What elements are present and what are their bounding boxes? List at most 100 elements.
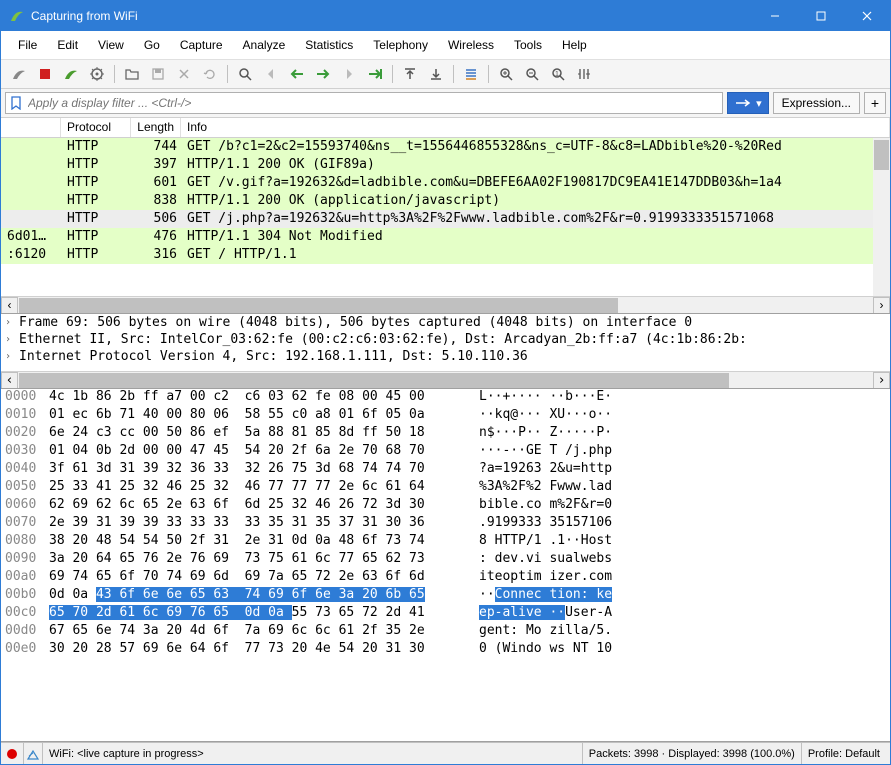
expand-icon[interactable]: ›: [5, 351, 19, 362]
reload-button[interactable]: [198, 63, 222, 85]
hex-row[interactable]: 005025 33 41 25 32 46 25 32 46 77 77 77 …: [1, 479, 890, 497]
options-button[interactable]: [85, 63, 109, 85]
expression-button[interactable]: Expression...: [773, 92, 860, 114]
packet-row[interactable]: 6d01…HTTP476HTTP/1.1 304 Not Modified: [1, 228, 890, 246]
first-button[interactable]: [398, 63, 422, 85]
open-button[interactable]: [120, 63, 144, 85]
hex-row[interactable]: 006062 69 62 6c 65 2e 63 6f 6d 25 32 46 …: [1, 497, 890, 515]
hex-row[interactable]: 008038 20 48 54 54 50 2f 31 2e 31 0d 0a …: [1, 533, 890, 551]
zoom-reset-button[interactable]: 1: [546, 63, 570, 85]
menu-statistics[interactable]: Statistics: [296, 35, 362, 55]
expand-icon[interactable]: ›: [5, 317, 19, 328]
titlebar[interactable]: Capturing from WiFi: [1, 1, 890, 31]
hex-row[interactable]: 00403f 61 3d 31 39 32 36 33 32 26 75 3d …: [1, 461, 890, 479]
start-capture-button[interactable]: [7, 63, 31, 85]
toolbar: 1: [1, 60, 890, 89]
jump-button[interactable]: [363, 63, 387, 85]
resize-cols-button[interactable]: [572, 63, 596, 85]
minimize-button[interactable]: [752, 1, 798, 31]
close-button[interactable]: [844, 1, 890, 31]
packet-row[interactable]: HTTP838HTTP/1.1 200 OK (application/java…: [1, 192, 890, 210]
zoom-out-button[interactable]: [520, 63, 544, 85]
menu-capture[interactable]: Capture: [171, 35, 232, 55]
menu-file[interactable]: File: [9, 35, 46, 55]
filter-apply-button[interactable]: ▾: [727, 92, 769, 114]
display-filter-input[interactable]: [5, 92, 723, 114]
packet-list-vscroll[interactable]: [873, 138, 890, 296]
scroll-right-icon[interactable]: ›: [873, 297, 890, 314]
back-grey-button[interactable]: [259, 63, 283, 85]
last-button[interactable]: [424, 63, 448, 85]
menu-telephony[interactable]: Telephony: [364, 35, 437, 55]
toolbar-separator: [392, 65, 393, 83]
toolbar-separator: [453, 65, 454, 83]
col-length[interactable]: Length: [131, 118, 181, 137]
hex-row[interactable]: 00c065 70 2d 61 6c 69 76 65 0d 0a 55 73 …: [1, 605, 890, 623]
statusbar: WiFi: <live capture in progress> Packets…: [1, 742, 890, 764]
toolbar-separator: [488, 65, 489, 83]
menu-help[interactable]: Help: [553, 35, 596, 55]
window-title: Capturing from WiFi: [31, 9, 752, 23]
hex-row[interactable]: 00206e 24 c3 cc 00 50 86 ef 5a 88 81 85 …: [1, 425, 890, 443]
display-filter-field[interactable]: [28, 96, 718, 110]
hex-row[interactable]: 00004c 1b 86 2b ff a7 00 c2 c6 03 62 fe …: [1, 389, 890, 407]
filter-bar: ▾ Expression... +: [1, 89, 890, 118]
expand-icon[interactable]: ›: [5, 334, 19, 345]
scroll-right-icon[interactable]: ›: [873, 372, 890, 389]
packet-row[interactable]: HTTP601GET /v.gif?a=192632&d=ladbible.co…: [1, 174, 890, 192]
hex-row[interactable]: 00903a 20 64 65 76 2e 76 69 73 75 61 6c …: [1, 551, 890, 569]
toolbar-separator: [114, 65, 115, 83]
forward-button[interactable]: [311, 63, 335, 85]
zoom-in-button[interactable]: [494, 63, 518, 85]
menu-edit[interactable]: Edit: [48, 35, 87, 55]
packet-list-pane: Protocol Length Info HTTP744GET /b?c1=2&…: [1, 118, 890, 314]
hex-row[interactable]: 001001 ec 6b 71 40 00 80 06 58 55 c0 a8 …: [1, 407, 890, 425]
save-button[interactable]: [146, 63, 170, 85]
menu-go[interactable]: Go: [135, 35, 169, 55]
packet-details-pane[interactable]: ›Frame 69: 506 bytes on wire (4048 bits)…: [1, 314, 890, 389]
packet-row[interactable]: :6120HTTP316GET / HTTP/1.1: [1, 246, 890, 264]
detail-row[interactable]: ›Internet Protocol Version 4, Src: 192.1…: [1, 348, 890, 365]
restart-capture-button[interactable]: [59, 63, 83, 85]
close-button[interactable]: [172, 63, 196, 85]
maximize-button[interactable]: [798, 1, 844, 31]
details-hscroll[interactable]: ‹ ›: [1, 371, 890, 388]
detail-row[interactable]: ›Frame 69: 506 bytes on wire (4048 bits)…: [1, 314, 890, 331]
scroll-left-icon[interactable]: ‹: [1, 297, 18, 314]
col-info[interactable]: Info: [181, 118, 890, 137]
hex-row[interactable]: 00e030 20 28 57 69 6e 64 6f 77 73 20 4e …: [1, 641, 890, 659]
hex-row[interactable]: 00702e 39 31 39 39 33 33 33 33 35 31 35 …: [1, 515, 890, 533]
expert-info-button[interactable]: [24, 743, 43, 764]
svg-text:1: 1: [555, 71, 559, 78]
packet-row[interactable]: HTTP397HTTP/1.1 200 OK (GIF89a): [1, 156, 890, 174]
menu-wireless[interactable]: Wireless: [439, 35, 503, 55]
packet-row[interactable]: HTTP506GET /j.php?a=192632&u=http%3A%2F%…: [1, 210, 890, 228]
packet-list-header[interactable]: Protocol Length Info: [1, 118, 890, 138]
status-capture: WiFi: <live capture in progress>: [43, 743, 583, 764]
hex-row[interactable]: 00b00d 0a 43 6f 6e 6e 65 63 74 69 6f 6e …: [1, 587, 890, 605]
forward-grey-button[interactable]: [337, 63, 361, 85]
find-button[interactable]: [233, 63, 257, 85]
back-button[interactable]: [285, 63, 309, 85]
status-profile[interactable]: Profile: Default: [802, 743, 886, 764]
packet-bytes-pane[interactable]: 00004c 1b 86 2b ff a7 00 c2 c6 03 62 fe …: [1, 389, 890, 742]
packet-list-body[interactable]: HTTP744GET /b?c1=2&c2=15593740&ns__t=155…: [1, 138, 890, 296]
filter-bookmark-icon: [10, 96, 24, 110]
scroll-left-icon[interactable]: ‹: [1, 372, 18, 389]
col-addr[interactable]: [1, 118, 61, 137]
capture-active-indicator[interactable]: [5, 743, 24, 764]
menu-analyze[interactable]: Analyze: [234, 35, 295, 55]
hex-row[interactable]: 00d067 65 6e 74 3a 20 4d 6f 7a 69 6c 6c …: [1, 623, 890, 641]
col-protocol[interactable]: Protocol: [61, 118, 131, 137]
stop-capture-button[interactable]: [33, 63, 57, 85]
detail-row[interactable]: ›Ethernet II, Src: IntelCor_03:62:fe (00…: [1, 331, 890, 348]
hex-row[interactable]: 00a069 74 65 6f 70 74 69 6d 69 7a 65 72 …: [1, 569, 890, 587]
packet-row[interactable]: HTTP744GET /b?c1=2&c2=15593740&ns__t=155…: [1, 138, 890, 156]
menu-tools[interactable]: Tools: [505, 35, 551, 55]
add-filter-button[interactable]: +: [864, 92, 886, 114]
menu-view[interactable]: View: [89, 35, 133, 55]
auto-scroll-button[interactable]: [459, 63, 483, 85]
hex-row[interactable]: 003001 04 0b 2d 00 00 47 45 54 20 2f 6a …: [1, 443, 890, 461]
app-window: Capturing from WiFi FileEditViewGoCaptur…: [0, 0, 891, 765]
packet-list-hscroll[interactable]: ‹ ›: [1, 296, 890, 313]
